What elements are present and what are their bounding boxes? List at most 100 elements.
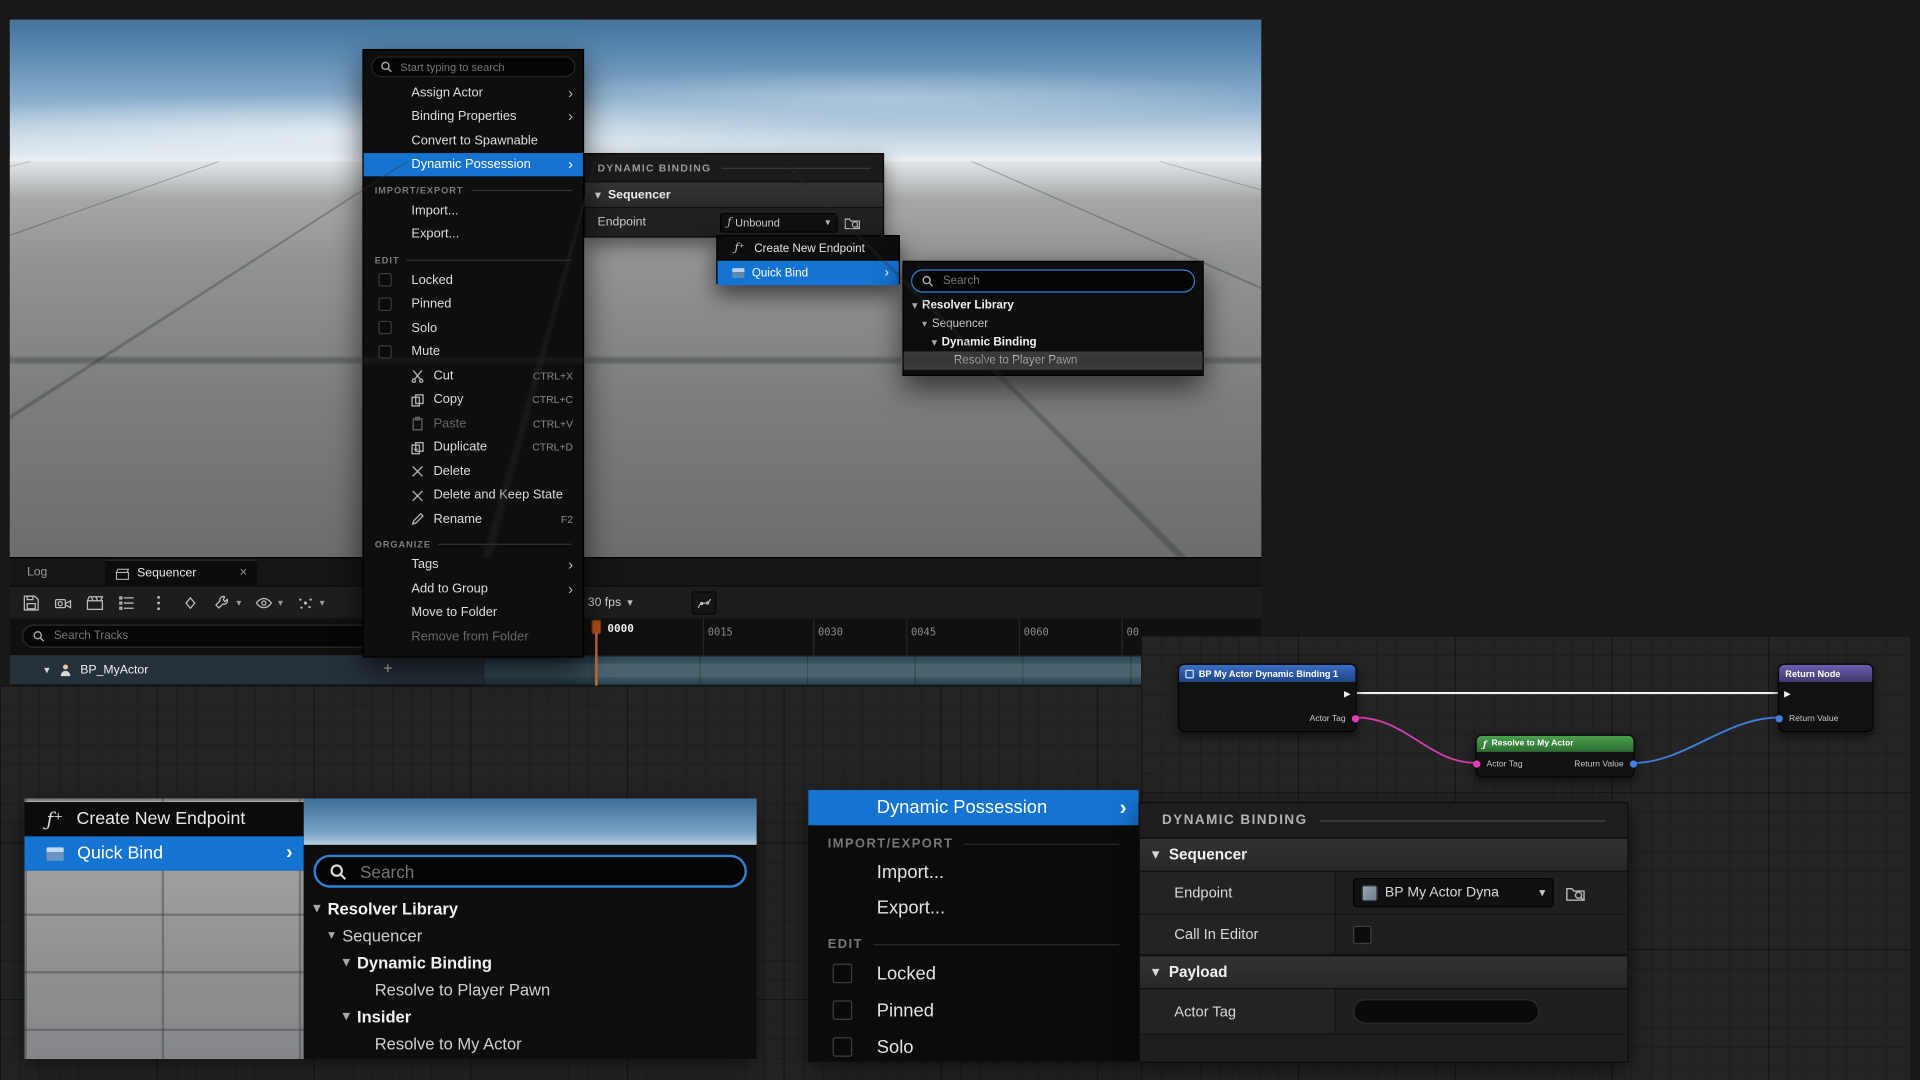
tree-item-resolver-library[interactable]: ▾Resolver Library [304,895,757,922]
particles-icon[interactable] [296,594,314,612]
menu-item-solo[interactable]: Solo [808,1029,1139,1062]
expander-icon[interactable]: ▾ [313,902,320,915]
menu-item-locked[interactable]: Locked [364,268,583,292]
menu-item-cut[interactable]: CutCTRL+X [364,364,583,388]
render-movie-icon[interactable] [86,594,104,612]
menu-item-pinned[interactable]: Pinned [808,992,1139,1029]
exec-in-pin[interactable]: ▶ [1784,690,1791,699]
curve-editor-button[interactable] [692,591,716,614]
expander-icon[interactable]: ▾ [328,929,335,942]
checkbox[interactable] [378,297,391,310]
resolver-search-box[interactable] [911,269,1195,292]
playback-settings-wrench-icon[interactable] [213,594,231,612]
view-options-eye-icon[interactable] [255,594,273,612]
menu-item-paste[interactable]: PasteCTRL+V [364,411,583,435]
tree-item-resolve-to-player-pawn[interactable]: Resolve to Player Pawn [304,976,757,1003]
menu-item-quick-bind[interactable]: Quick Bind› [24,836,303,870]
actor-tag-in-pin[interactable] [1473,760,1480,767]
expander-icon[interactable]: ▾ [1152,848,1159,861]
browse-asset-icon[interactable] [1565,882,1586,903]
menu-item-delete-keep-state[interactable]: Delete and Keep State [364,483,583,507]
menu-item-create-new-endpoint[interactable]: ƒ⁺Create New Endpoint [718,236,899,260]
expander-icon[interactable]: ▾ [343,1010,350,1023]
checkbox[interactable] [378,273,391,286]
menu-item-dynamic-possession[interactable]: Dynamic Possession› [808,790,1139,826]
menu-search-input[interactable] [398,59,567,74]
close-tab-icon[interactable]: × [239,567,247,580]
fps-dropdown[interactable]: 30 fps ▾ [588,587,633,620]
tab-sequencer[interactable]: Sequencer × [105,560,257,587]
menu-item-remove-from-folder[interactable]: Remove from Folder [364,624,583,648]
menu-item-import[interactable]: Import... [364,198,583,222]
menu-item-export[interactable]: Export... [808,890,1139,926]
return-value-out-pin[interactable] [1630,760,1637,767]
menu-item-export[interactable]: Export... [364,222,583,246]
menu-item-locked[interactable]: Locked [808,955,1139,992]
timeline-ruler[interactable]: 0015 0030 0045 0060 00 [10,618,1261,655]
resolver-search-input[interactable] [358,860,733,882]
keyframe-icon[interactable] [181,594,199,612]
track-section-band[interactable] [484,655,1142,686]
tree-item-resolver-library[interactable]: ▾Resolver Library [904,296,1203,314]
menu-item-add-to-group[interactable]: Add to Group› [364,577,583,601]
actor-tag-input[interactable] [1353,999,1539,1023]
menu-search-box[interactable] [371,56,575,77]
tree-item-dynamic-binding[interactable]: ▾Dynamic Binding [304,949,757,976]
endpoint-dropdown[interactable]: BP My Actor Dyna ▾ [1353,878,1554,907]
camera-icon[interactable] [54,594,72,612]
menu-item-import[interactable]: Import... [808,855,1139,891]
tree-item-resolve-to-my-actor[interactable]: Resolve to My Actor [304,1030,757,1057]
tree-item-resolve-to-player-pawn[interactable]: Resolve to Player Pawn [904,351,1203,369]
chevron-down-icon[interactable]: ▾ [236,598,241,609]
endpoint-dropdown[interactable]: ƒ Unbound ▾ [720,212,838,232]
chevron-down-icon[interactable]: ▾ [278,598,283,609]
tracks-list-icon[interactable] [118,594,136,612]
menu-item-move-to-folder[interactable]: Move to Folder [364,601,583,625]
checkbox[interactable] [378,321,391,334]
resolver-search-input[interactable] [940,273,1185,289]
menu-item-quick-bind[interactable]: Quick Bind› [718,261,899,285]
checkbox[interactable] [833,964,853,984]
menu-item-mute[interactable]: Mute [364,340,583,364]
node-binding[interactable]: BP My Actor Dynamic Binding 1 ▶ Actor Ta… [1178,664,1357,733]
menu-item-pinned[interactable]: Pinned [364,292,583,316]
menu-item-dynamic-possession[interactable]: Dynamic Possession› [364,152,583,176]
menu-item-binding-properties[interactable]: Binding Properties› [364,105,583,129]
resolver-search-box[interactable] [313,855,746,888]
category-sequencer[interactable]: ▾Sequencer [585,181,883,208]
tree-item-sequencer[interactable]: ▾Sequencer [304,922,757,949]
menu-item-solo[interactable]: Solo [364,316,583,340]
menu-item-rename[interactable]: RenameF2 [364,507,583,531]
menu-item-create-new-endpoint[interactable]: ƒ⁺Create New Endpoint [24,802,303,836]
track-header-bp-myactor[interactable]: ▾ BP_MyActor + [10,655,484,686]
expander-icon[interactable]: ▾ [932,337,937,347]
browse-asset-icon[interactable] [844,214,861,231]
actor-tag-out-pin[interactable] [1352,715,1359,722]
tree-item-sequencer[interactable]: ▾Sequencer [904,315,1203,333]
expander-icon[interactable]: ▾ [1152,966,1159,979]
checkbox[interactable] [833,1000,853,1020]
menu-item-copy[interactable]: CopyCTRL+C [364,388,583,412]
node-resolve[interactable]: ƒ Resolve to My Actor Actor Tag Return V… [1476,735,1635,778]
menu-item-duplicate[interactable]: DuplicateCTRL+D [364,435,583,459]
category-payload[interactable]: ▾Payload [1140,955,1627,989]
checkbox[interactable] [378,345,391,358]
add-section-icon[interactable]: + [383,660,392,676]
menu-item-delete[interactable]: Delete [364,459,583,483]
tree-item-insider[interactable]: ▾Insider [304,1003,757,1030]
node-return[interactable]: Return Node ▶ Return Value [1778,664,1874,733]
tab-log[interactable]: Log [17,558,57,586]
tree-item-dynamic-binding[interactable]: ▾Dynamic Binding [904,333,1203,351]
menu-item-tags[interactable]: Tags› [364,553,583,577]
return-value-in-pin[interactable] [1776,715,1783,722]
category-sequencer[interactable]: ▾Sequencer [1140,838,1627,872]
chevron-down-icon[interactable]: ▾ [320,598,325,609]
save-icon[interactable] [22,594,40,612]
menu-item-assign-actor[interactable]: Assign Actor› [364,81,583,105]
exec-out-pin[interactable]: ▶ [1344,690,1351,699]
expander-icon[interactable]: ▾ [44,664,50,675]
call-in-editor-checkbox[interactable] [1353,925,1371,943]
menu-item-convert-to-spawnable[interactable]: Convert to Spawnable [364,129,583,153]
expander-icon[interactable]: ▾ [595,189,601,200]
more-options-icon[interactable] [149,594,167,612]
